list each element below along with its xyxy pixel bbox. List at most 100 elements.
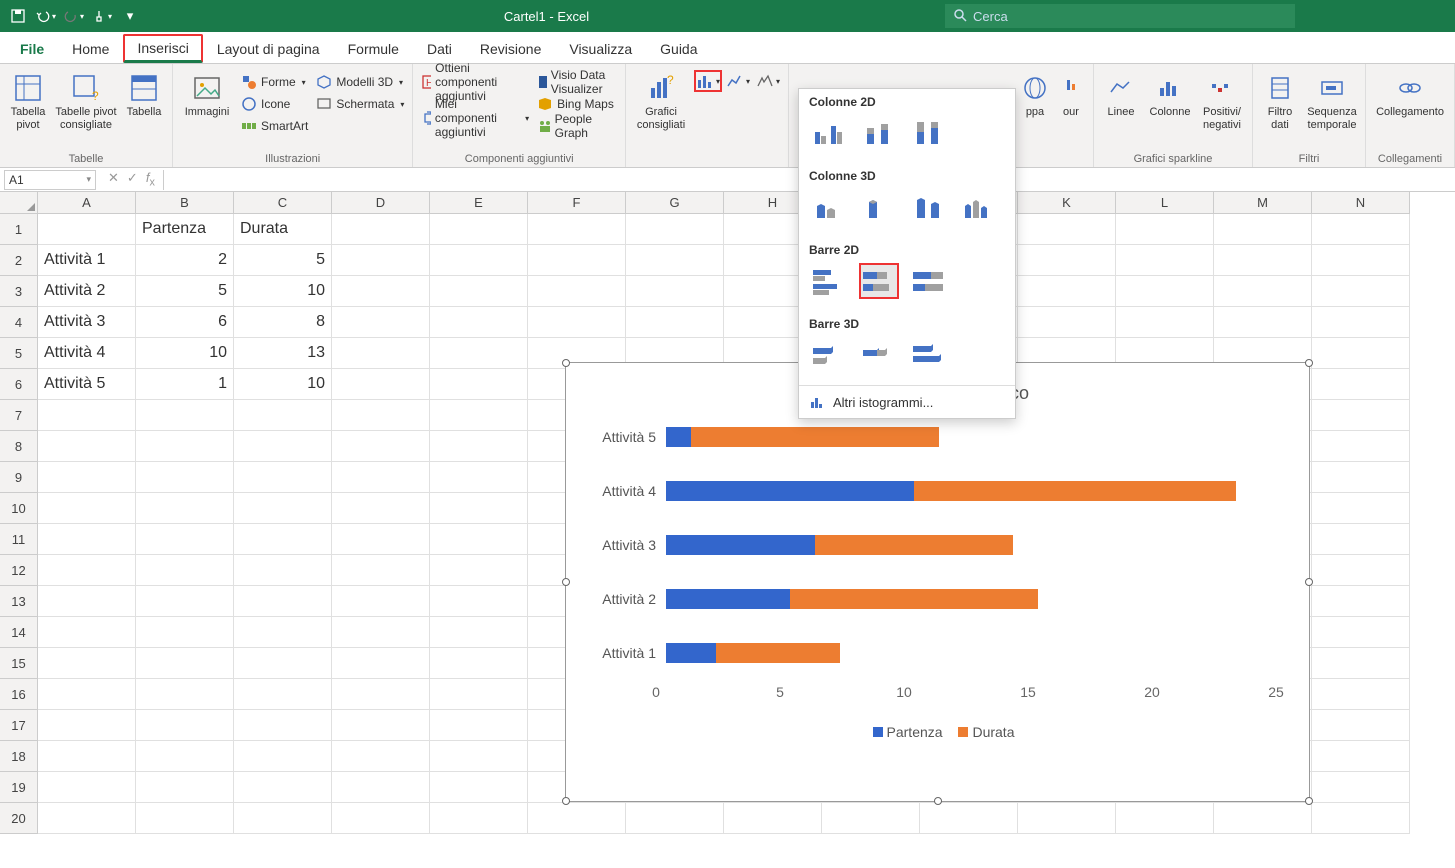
cell[interactable] [528, 803, 626, 834]
row-header[interactable]: 2 [0, 245, 38, 276]
fx-icon[interactable]: fx [146, 170, 155, 189]
cell[interactable] [332, 741, 430, 772]
cell[interactable] [38, 648, 136, 679]
tab-layout[interactable]: Layout di pagina [203, 35, 334, 63]
cell[interactable] [430, 369, 528, 400]
row-header[interactable]: 4 [0, 307, 38, 338]
cell[interactable] [136, 400, 234, 431]
column-header[interactable]: K [1018, 192, 1116, 213]
cell[interactable] [1312, 772, 1410, 803]
cell[interactable] [430, 741, 528, 772]
cell[interactable] [1312, 617, 1410, 648]
cell[interactable] [234, 586, 332, 617]
tab-file[interactable]: File [6, 35, 58, 63]
column-header[interactable]: D [332, 192, 430, 213]
cell[interactable] [430, 772, 528, 803]
bar-segment[interactable] [666, 589, 790, 609]
cell[interactable] [38, 555, 136, 586]
cell[interactable]: 8 [234, 307, 332, 338]
cell[interactable] [332, 431, 430, 462]
cell[interactable] [1018, 803, 1116, 834]
cell[interactable] [332, 493, 430, 524]
peoplegraph-button[interactable]: People Graph [535, 116, 619, 136]
cell[interactable]: 10 [234, 276, 332, 307]
row-header[interactable]: 19 [0, 772, 38, 803]
cell[interactable] [38, 493, 136, 524]
cell[interactable] [1116, 803, 1214, 834]
ottieni-addin-button[interactable]: HOttieni componenti aggiuntivi [419, 72, 531, 92]
column-chart-button[interactable]: ▾ [694, 70, 722, 92]
bar-segment[interactable] [666, 643, 716, 663]
cell[interactable] [332, 400, 430, 431]
cell[interactable] [136, 586, 234, 617]
cell[interactable] [626, 276, 724, 307]
cell[interactable] [430, 214, 528, 245]
row-header[interactable]: 3 [0, 276, 38, 307]
cell[interactable]: Attività 1 [38, 245, 136, 276]
sparkline-line-button[interactable]: Linee [1100, 68, 1142, 119]
cell[interactable] [332, 276, 430, 307]
cell[interactable] [234, 803, 332, 834]
cell[interactable] [332, 772, 430, 803]
column-header[interactable]: G [626, 192, 724, 213]
row-header[interactable]: 17 [0, 710, 38, 741]
cell[interactable] [136, 462, 234, 493]
cell[interactable] [724, 803, 822, 834]
cell[interactable] [1312, 493, 1410, 524]
cell[interactable] [1312, 369, 1410, 400]
search-box[interactable] [945, 4, 1295, 28]
cell[interactable] [332, 338, 430, 369]
cell[interactable] [1312, 710, 1410, 741]
line-chart-button[interactable]: ▾ [724, 70, 752, 92]
resize-handle[interactable] [562, 359, 570, 367]
cell[interactable] [430, 679, 528, 710]
cell[interactable] [38, 462, 136, 493]
cell[interactable] [1312, 679, 1410, 710]
cell[interactable]: Partenza [136, 214, 234, 245]
smartart-button[interactable]: SmartArt [239, 116, 310, 136]
cell[interactable] [626, 307, 724, 338]
cell[interactable] [332, 524, 430, 555]
bar-segment[interactable] [666, 427, 691, 447]
cell[interactable] [1312, 400, 1410, 431]
row-header[interactable]: 16 [0, 679, 38, 710]
cell[interactable] [38, 617, 136, 648]
cell[interactable] [234, 431, 332, 462]
name-box[interactable]: A1 ▾ [4, 170, 96, 190]
undo-icon[interactable]: ▾ [34, 4, 58, 28]
row-header[interactable]: 15 [0, 648, 38, 679]
forme-button[interactable]: Forme▾ [239, 72, 310, 92]
cell[interactable] [1312, 245, 1410, 276]
cell[interactable] [136, 772, 234, 803]
cell[interactable] [430, 524, 528, 555]
cell[interactable] [1312, 214, 1410, 245]
cell[interactable]: 5 [136, 276, 234, 307]
cell[interactable] [234, 741, 332, 772]
row-header[interactable]: 8 [0, 431, 38, 462]
cell[interactable]: Attività 3 [38, 307, 136, 338]
chart-plot-area[interactable]: Attività 5Attività 4Attività 3Attività 2… [566, 414, 1309, 676]
hierarchy-chart-button[interactable]: ▾ [754, 70, 782, 92]
cell[interactable] [332, 803, 430, 834]
tab-home[interactable]: Home [58, 35, 123, 63]
bar-segment[interactable] [666, 535, 815, 555]
cell[interactable] [136, 710, 234, 741]
column-header[interactable]: M [1214, 192, 1312, 213]
cell[interactable] [430, 493, 528, 524]
cell[interactable] [136, 679, 234, 710]
cell[interactable] [1018, 214, 1116, 245]
col3d-3-icon[interactable] [909, 189, 949, 225]
cell[interactable] [136, 803, 234, 834]
cell[interactable] [332, 617, 430, 648]
row-header[interactable]: 6 [0, 369, 38, 400]
cell[interactable] [1312, 431, 1410, 462]
cell[interactable] [38, 431, 136, 462]
cell[interactable] [1116, 245, 1214, 276]
cell[interactable] [234, 493, 332, 524]
row-header[interactable]: 13 [0, 586, 38, 617]
row-header[interactable]: 5 [0, 338, 38, 369]
cell[interactable] [1312, 555, 1410, 586]
row-header[interactable]: 11 [0, 524, 38, 555]
row-header[interactable]: 12 [0, 555, 38, 586]
cell[interactable] [1116, 276, 1214, 307]
